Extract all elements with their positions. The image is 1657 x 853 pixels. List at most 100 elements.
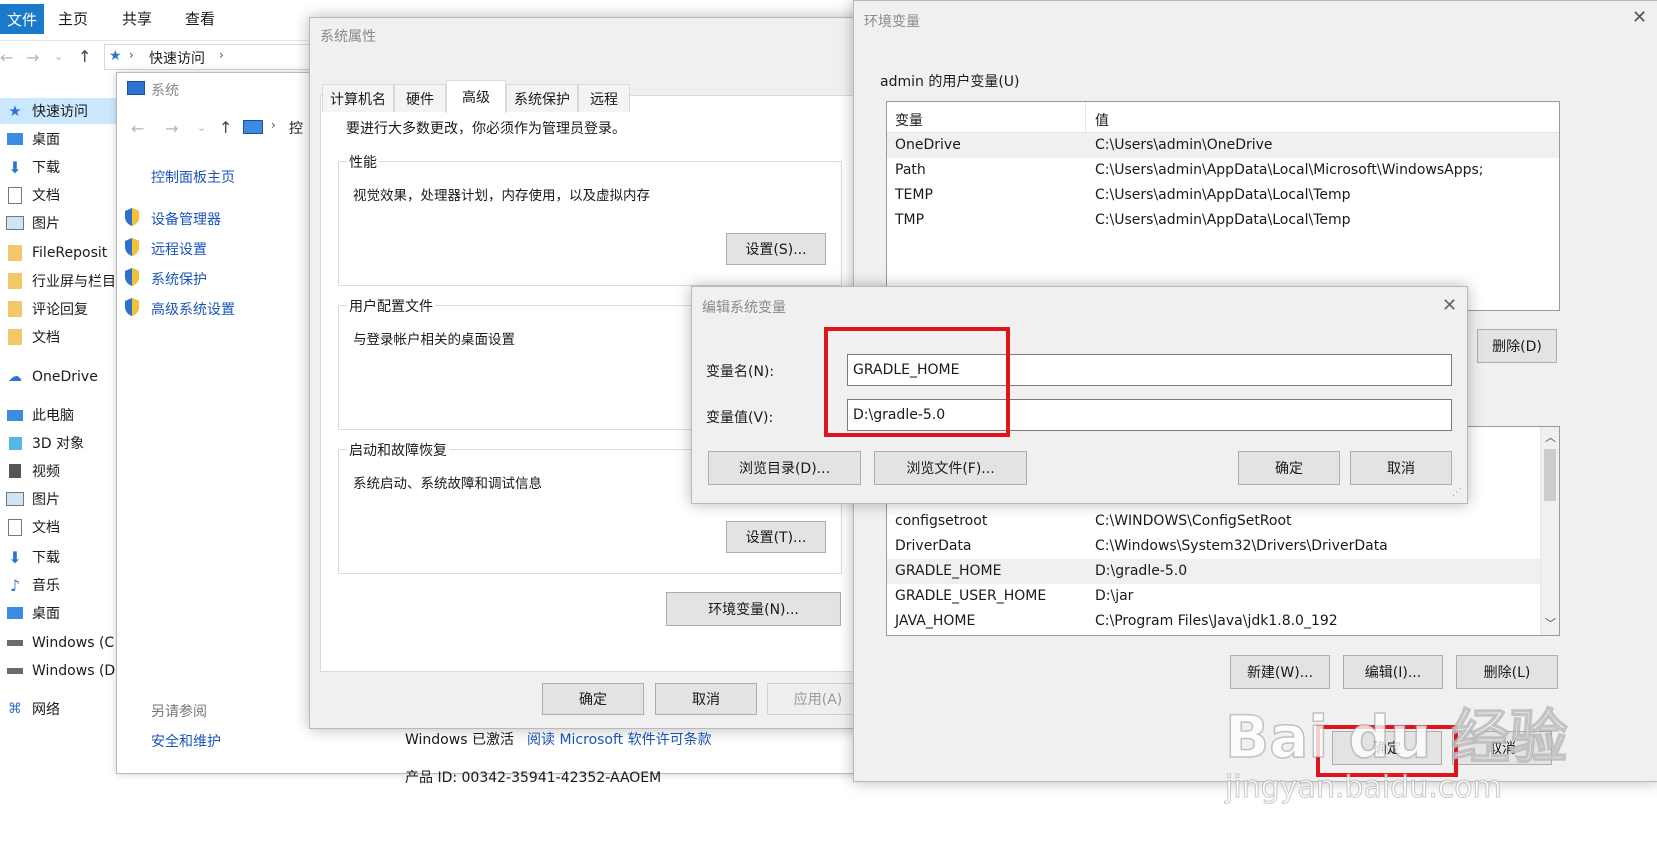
tab-system-protection[interactable]: 系统保护	[506, 84, 578, 112]
scrollbar[interactable]: ︿ ﹀	[1540, 427, 1559, 635]
close-icon[interactable]: ✕	[1442, 295, 1457, 316]
cancel-button[interactable]: 取消	[655, 683, 757, 715]
table-row[interactable]: configsetroot C:\WINDOWS\ConfigSetRoot	[887, 509, 1559, 534]
nav-item[interactable]: 图片	[6, 210, 60, 236]
control-panel-home-link[interactable]: 控制面板主页	[151, 167, 235, 187]
resize-grip-icon[interactable]: ⋰	[1452, 487, 1462, 498]
up-arrow-icon[interactable]: ↑	[219, 118, 232, 137]
table-row[interactable]: GRADLE_HOME D:\gradle-5.0	[887, 559, 1559, 584]
nav-item[interactable]: 桌面	[6, 600, 60, 626]
user-delete-button[interactable]: 删除(D)	[1477, 329, 1557, 363]
nav-item[interactable]: ⬇ 下载	[6, 544, 60, 570]
scroll-down-icon[interactable]: ﹀	[1545, 615, 1556, 631]
table-row[interactable]: TEMP C:\Users\admin\AppData\Local\Temp	[887, 183, 1559, 208]
nav-item[interactable]: 3D 对象	[6, 430, 84, 456]
forward-arrow-icon[interactable]: →	[165, 119, 178, 138]
variable-value-cell: C:\Program Files\Java\jdk1.8.0_192	[1095, 613, 1338, 629]
ribbon-tab-view[interactable]: 查看	[185, 8, 215, 29]
chevron-right-icon: ›	[129, 48, 134, 62]
nav-item[interactable]: FileReposit	[6, 240, 107, 266]
variable-value-label: 变量值(V):	[706, 410, 774, 426]
new-button[interactable]: 新建(W)...	[1230, 655, 1330, 689]
scroll-up-icon[interactable]: ︿	[1545, 429, 1556, 445]
chevron-down-icon[interactable]: ⌄	[54, 50, 63, 63]
license-terms-link[interactable]: 阅读 Microsoft 软件许可条款	[527, 729, 712, 749]
system-link[interactable]: 设备管理器	[151, 209, 221, 229]
nav-item-label: 视频	[32, 464, 60, 480]
nav-item[interactable]: 桌面	[6, 126, 60, 152]
up-arrow-icon[interactable]: ↑	[78, 47, 91, 66]
nav-item-label: 下载	[32, 160, 60, 176]
back-arrow-icon[interactable]: ←	[0, 48, 13, 67]
tab-hardware[interactable]: 硬件	[394, 84, 446, 112]
nav-item[interactable]: 文档	[6, 514, 60, 540]
nav-item[interactable]: 图片	[6, 486, 60, 512]
nav-item[interactable]: ⌘ 网络	[6, 696, 60, 722]
scroll-thumb[interactable]	[1544, 449, 1556, 501]
browse-file-button[interactable]: 浏览文件(F)...	[874, 451, 1027, 485]
ok-button[interactable]: 确定	[542, 683, 644, 715]
edit-cancel-button[interactable]: 取消	[1350, 451, 1452, 485]
env-cancel-button[interactable]: 取消	[1452, 731, 1552, 765]
close-icon[interactable]: ✕	[1632, 7, 1647, 28]
forward-arrow-icon[interactable]: →	[26, 48, 39, 67]
nav-item[interactable]: ⬇ 下载	[6, 154, 60, 180]
nav-item[interactable]: 视频	[6, 458, 60, 484]
nav-item[interactable]: 此电脑	[6, 402, 74, 428]
nav-item-label: 桌面	[32, 606, 60, 622]
nav-item-label: 下载	[32, 550, 60, 566]
column-header-variable[interactable]: 变量	[895, 110, 923, 130]
drive-icon	[6, 635, 24, 651]
edit-button[interactable]: 编辑(I)...	[1343, 655, 1443, 689]
ribbon-tab-share[interactable]: 共享	[122, 8, 152, 29]
environment-variables-button[interactable]: 环境变量(N)...	[666, 592, 841, 626]
edit-ok-button[interactable]: 确定	[1238, 451, 1340, 485]
delete-button[interactable]: 删除(L)	[1456, 655, 1558, 689]
system-link[interactable]: 系统保护	[151, 269, 207, 289]
nav-item-label: 网络	[32, 702, 60, 718]
document-icon	[6, 186, 24, 204]
table-row[interactable]: DriverData C:\Windows\System32\Drivers\Dr…	[887, 534, 1559, 559]
system-link[interactable]: 高级系统设置	[151, 299, 235, 319]
nav-item[interactable]: ♪ 音乐	[6, 572, 60, 598]
variable-value-cell: C:\Users\admin\AppData\Local\Temp	[1095, 212, 1351, 228]
nav-item[interactable]: 文档	[6, 324, 60, 350]
performance-settings-button[interactable]: 设置(S)...	[726, 233, 826, 265]
shield-icon	[123, 267, 141, 291]
table-row[interactable]: TMP C:\Users\admin\AppData\Local\Temp	[887, 208, 1559, 233]
tab-computer-name[interactable]: 计算机名	[322, 84, 394, 112]
column-divider[interactable]	[1085, 102, 1086, 132]
nav-item-label: 文档	[32, 188, 60, 204]
nav-item[interactable]: Windows (C	[6, 630, 114, 656]
nav-item[interactable]: 评论回复	[6, 296, 88, 322]
user-variables-list[interactable]: 变量 值 OneDrive C:\Users\admin\OneDrive Path…	[886, 101, 1560, 311]
chevron-down-icon[interactable]: ⌄	[197, 121, 206, 134]
desktop-icon	[6, 605, 24, 621]
star-icon: ★	[8, 102, 22, 120]
explorer-address-bar[interactable]: ★ › 快速访问 ›	[104, 44, 318, 70]
nav-item[interactable]: ★ 快速访问	[0, 98, 118, 124]
folder-icon	[6, 329, 24, 345]
security-maintenance-link[interactable]: 安全和维护	[151, 731, 221, 751]
column-header-value[interactable]: 值	[1095, 110, 1109, 130]
tab-remote[interactable]: 远程	[578, 84, 630, 112]
startup-recovery-description: 系统启动、系统故障和调试信息	[353, 476, 542, 492]
back-arrow-icon[interactable]: ←	[131, 119, 144, 138]
browse-directory-button[interactable]: 浏览目录(D)...	[708, 451, 861, 485]
nav-item[interactable]: Windows (D	[6, 658, 115, 684]
nav-item[interactable]: 行业屏与栏目	[6, 268, 116, 294]
ok-highlight-box	[1316, 725, 1458, 777]
table-row[interactable]: JAVA_HOME C:\Program Files\Java\jdk1.8.0_…	[887, 609, 1559, 634]
table-row[interactable]: OneDrive C:\Users\admin\OneDrive	[887, 133, 1559, 158]
ribbon-tab-file[interactable]: 文件	[0, 4, 44, 34]
nav-item-label: 评论回复	[32, 302, 88, 318]
system-link[interactable]: 远程设置	[151, 239, 207, 259]
variable-value-cell: D:\gradle-5.0	[1095, 563, 1188, 579]
tab-advanced[interactable]: 高级	[446, 80, 506, 113]
ribbon-tab-home[interactable]: 主页	[58, 8, 88, 29]
table-row[interactable]: GRADLE_USER_HOME D:\jar	[887, 584, 1559, 609]
table-row[interactable]: Path C:\Users\admin\AppData\Local\Microso…	[887, 158, 1559, 183]
nav-item[interactable]: 文档	[6, 182, 60, 208]
startup-settings-button[interactable]: 设置(T)...	[726, 521, 826, 553]
nav-item[interactable]: ☁ OneDrive	[6, 364, 98, 390]
